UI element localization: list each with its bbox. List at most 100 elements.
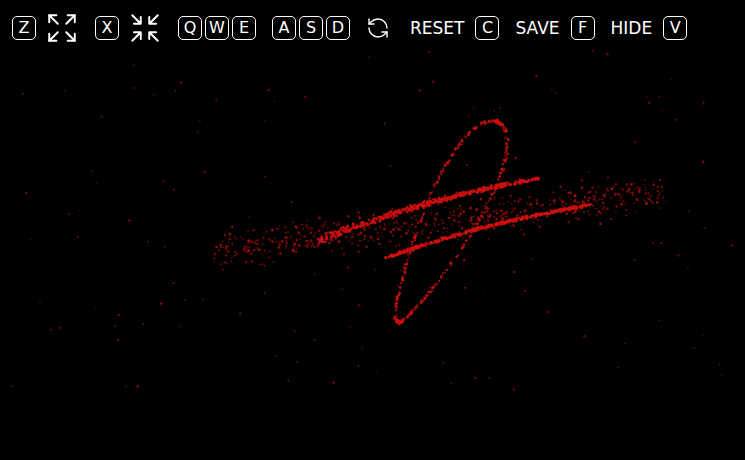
particle bbox=[229, 237, 232, 240]
particle bbox=[262, 237, 264, 239]
particle bbox=[250, 253, 252, 255]
particle bbox=[390, 215, 392, 217]
particle bbox=[393, 255, 395, 257]
particle bbox=[278, 241, 280, 243]
particle bbox=[451, 197, 453, 199]
particle bbox=[570, 209, 572, 211]
particle bbox=[611, 196, 612, 197]
particle bbox=[405, 250, 407, 252]
particle bbox=[342, 253, 345, 256]
particle bbox=[473, 229, 475, 231]
particle bbox=[596, 203, 597, 204]
particle bbox=[411, 223, 413, 225]
particle bbox=[503, 222, 506, 225]
particle bbox=[520, 217, 523, 220]
particle bbox=[473, 127, 475, 129]
particle bbox=[444, 207, 446, 209]
particle bbox=[475, 126, 478, 129]
particle bbox=[486, 210, 489, 213]
particle bbox=[621, 197, 623, 199]
particle bbox=[516, 215, 518, 217]
particle-canvas[interactable] bbox=[0, 0, 745, 460]
particle bbox=[469, 207, 472, 210]
particle bbox=[465, 192, 467, 194]
particle bbox=[493, 216, 495, 218]
particle bbox=[352, 222, 355, 225]
particle bbox=[457, 239, 459, 241]
particle bbox=[458, 194, 461, 197]
particle bbox=[442, 238, 444, 240]
particle bbox=[429, 193, 431, 195]
particle bbox=[625, 201, 627, 203]
particle bbox=[442, 170, 444, 172]
particle bbox=[398, 320, 400, 322]
particle bbox=[390, 241, 392, 243]
particle bbox=[458, 226, 460, 228]
particle bbox=[489, 121, 491, 123]
particle bbox=[473, 191, 475, 193]
particle bbox=[447, 198, 449, 200]
particle bbox=[438, 280, 440, 282]
particle bbox=[644, 180, 646, 182]
particle bbox=[499, 185, 502, 188]
particle bbox=[500, 168, 502, 170]
particle bbox=[442, 272, 444, 274]
particle bbox=[661, 186, 663, 188]
particle bbox=[417, 222, 420, 225]
particle bbox=[388, 256, 390, 258]
particle bbox=[611, 187, 613, 189]
particle bbox=[610, 187, 613, 190]
particle bbox=[620, 203, 622, 205]
particle bbox=[528, 179, 531, 182]
particle bbox=[313, 235, 315, 237]
particle bbox=[298, 244, 301, 247]
particle bbox=[397, 228, 400, 231]
particle bbox=[554, 211, 556, 213]
particle bbox=[581, 207, 583, 209]
particle bbox=[268, 256, 271, 259]
particle bbox=[236, 253, 238, 255]
particle bbox=[279, 252, 281, 254]
particle bbox=[480, 227, 482, 229]
particle bbox=[573, 194, 576, 197]
particle bbox=[440, 219, 442, 221]
particle bbox=[324, 241, 327, 244]
particle bbox=[630, 192, 632, 194]
particle bbox=[437, 201, 439, 203]
particle bbox=[451, 197, 454, 200]
particle bbox=[538, 178, 540, 180]
particle bbox=[223, 246, 225, 248]
particle bbox=[491, 193, 494, 196]
particle bbox=[470, 234, 472, 236]
particle bbox=[659, 193, 661, 195]
particle bbox=[495, 223, 498, 226]
particle bbox=[346, 231, 349, 234]
particle bbox=[373, 239, 375, 241]
particle bbox=[405, 232, 408, 235]
particle bbox=[397, 294, 399, 296]
particle bbox=[305, 245, 307, 247]
particle bbox=[539, 204, 541, 206]
particle bbox=[458, 215, 460, 217]
particle bbox=[480, 214, 483, 217]
particle bbox=[656, 201, 659, 204]
particle bbox=[498, 185, 501, 188]
particle bbox=[498, 176, 500, 178]
particle bbox=[468, 131, 471, 134]
particle bbox=[584, 196, 586, 198]
particle bbox=[324, 225, 326, 227]
particle bbox=[406, 264, 408, 266]
particle bbox=[289, 238, 291, 240]
particle bbox=[393, 254, 395, 256]
particle bbox=[537, 177, 540, 180]
particle bbox=[625, 209, 627, 211]
particle bbox=[409, 250, 411, 252]
particle bbox=[305, 240, 308, 243]
particle bbox=[409, 250, 411, 252]
particle bbox=[491, 119, 494, 122]
particle bbox=[427, 237, 429, 239]
particle bbox=[377, 232, 379, 234]
particle bbox=[411, 240, 414, 243]
particle bbox=[442, 220, 443, 221]
particle bbox=[500, 210, 503, 213]
